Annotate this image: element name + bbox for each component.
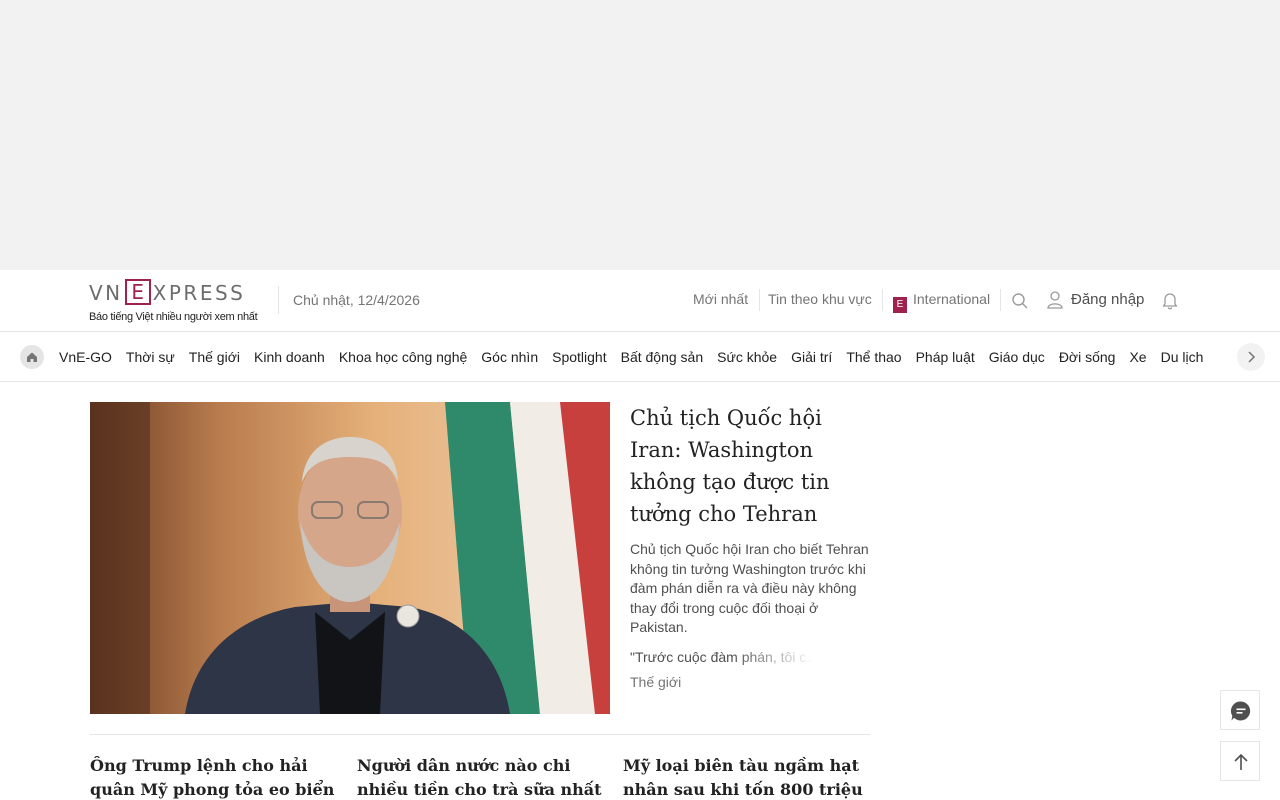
back-to-top-button[interactable] (1220, 741, 1260, 781)
section-divider (90, 734, 870, 735)
sub-article-title[interactable]: Người dân nước nào chi nhiều tiền cho tr… (357, 754, 602, 800)
sub-article-title[interactable]: Mỹ loại biên tàu ngầm hạt nhân sau khi t… (623, 754, 868, 800)
international-link[interactable]: E International (893, 291, 990, 313)
nav-items: VnE-GO Thời sự Thế giới Kinh doanh Khoa học … (52, 332, 1232, 382)
nav-item[interactable]: Xe (1122, 332, 1153, 382)
current-date: Chủ nhật, 12/4/2026 (293, 292, 420, 308)
search-icon[interactable] (1011, 292, 1029, 310)
nav-item[interactable]: Du lịch (1154, 332, 1211, 382)
nav-item[interactable]: Kinh doanh (247, 332, 332, 382)
featured-photo (90, 402, 610, 714)
nav-item[interactable]: Thể thao (839, 332, 908, 382)
comment-button[interactable] (1220, 690, 1260, 730)
divider (882, 289, 883, 311)
featured-article-image[interactable] (90, 402, 610, 714)
home-button[interactable] (20, 345, 44, 369)
ad-placeholder (0, 0, 1280, 270)
chevron-right-icon (1248, 351, 1256, 363)
user-icon (1047, 291, 1063, 309)
divider (1000, 289, 1001, 311)
nav-item[interactable]: Sức khỏe (710, 332, 784, 382)
arrow-up-icon (1234, 753, 1248, 770)
regional-news-link[interactable]: Tin theo khu vực (768, 291, 872, 307)
nav-item[interactable]: Giáo dục (982, 332, 1052, 382)
nav-next-button[interactable] (1237, 343, 1265, 371)
logo-wordmark: VN E XPRESS (89, 279, 246, 305)
nav-item[interactable]: Giải trí (784, 332, 839, 382)
nav-item[interactable]: Thời sự (119, 332, 182, 382)
divider (278, 286, 279, 314)
nav-item[interactable]: Thế giới (182, 332, 247, 382)
bell-icon[interactable] (1161, 291, 1179, 310)
logo-tagline: Báo tiếng Việt nhiều người xem nhất (89, 311, 258, 323)
category-nav: VnE-GO Thời sự Thế giới Kinh doanh Khoa học … (0, 332, 1280, 382)
nav-item[interactable]: Pháp luật (909, 332, 982, 382)
nav-item[interactable]: Đời sống (1052, 332, 1123, 382)
international-e-icon: E (893, 297, 907, 313)
featured-quote: "Trước cuộc đàm phán, tôi c... (630, 649, 815, 665)
nav-item[interactable]: Khoa học công nghệ (332, 332, 474, 382)
home-icon (27, 352, 37, 362)
sub-article-title[interactable]: Ông Trump lệnh cho hải quân Mỹ phong tỏa… (90, 754, 335, 800)
nav-item[interactable]: Spotlight (545, 332, 613, 382)
site-header: VN E XPRESS Báo tiếng Việt nhiều người xem… (0, 270, 1280, 332)
comment-icon (1230, 701, 1251, 721)
nav-item[interactable]: Góc nhìn (474, 332, 545, 382)
login-link[interactable]: Đăng nhập (1071, 291, 1144, 308)
latest-news-link[interactable]: Mới nhất (693, 291, 748, 307)
vnexpress-logo[interactable]: VN E XPRESS Báo tiếng Việt nhiều người xem… (89, 277, 265, 325)
featured-lead: Chủ tịch Quốc hội Iran cho biết Tehran k… (630, 541, 869, 636)
divider (759, 289, 760, 311)
nav-item[interactable]: Bất động sản (614, 332, 711, 382)
featured-headline[interactable]: Chủ tịch Quốc hội Iran: Washington không… (630, 402, 875, 530)
nav-item[interactable]: VnE-GO (52, 332, 119, 382)
featured-category-link[interactable]: Thế giới (630, 674, 681, 690)
